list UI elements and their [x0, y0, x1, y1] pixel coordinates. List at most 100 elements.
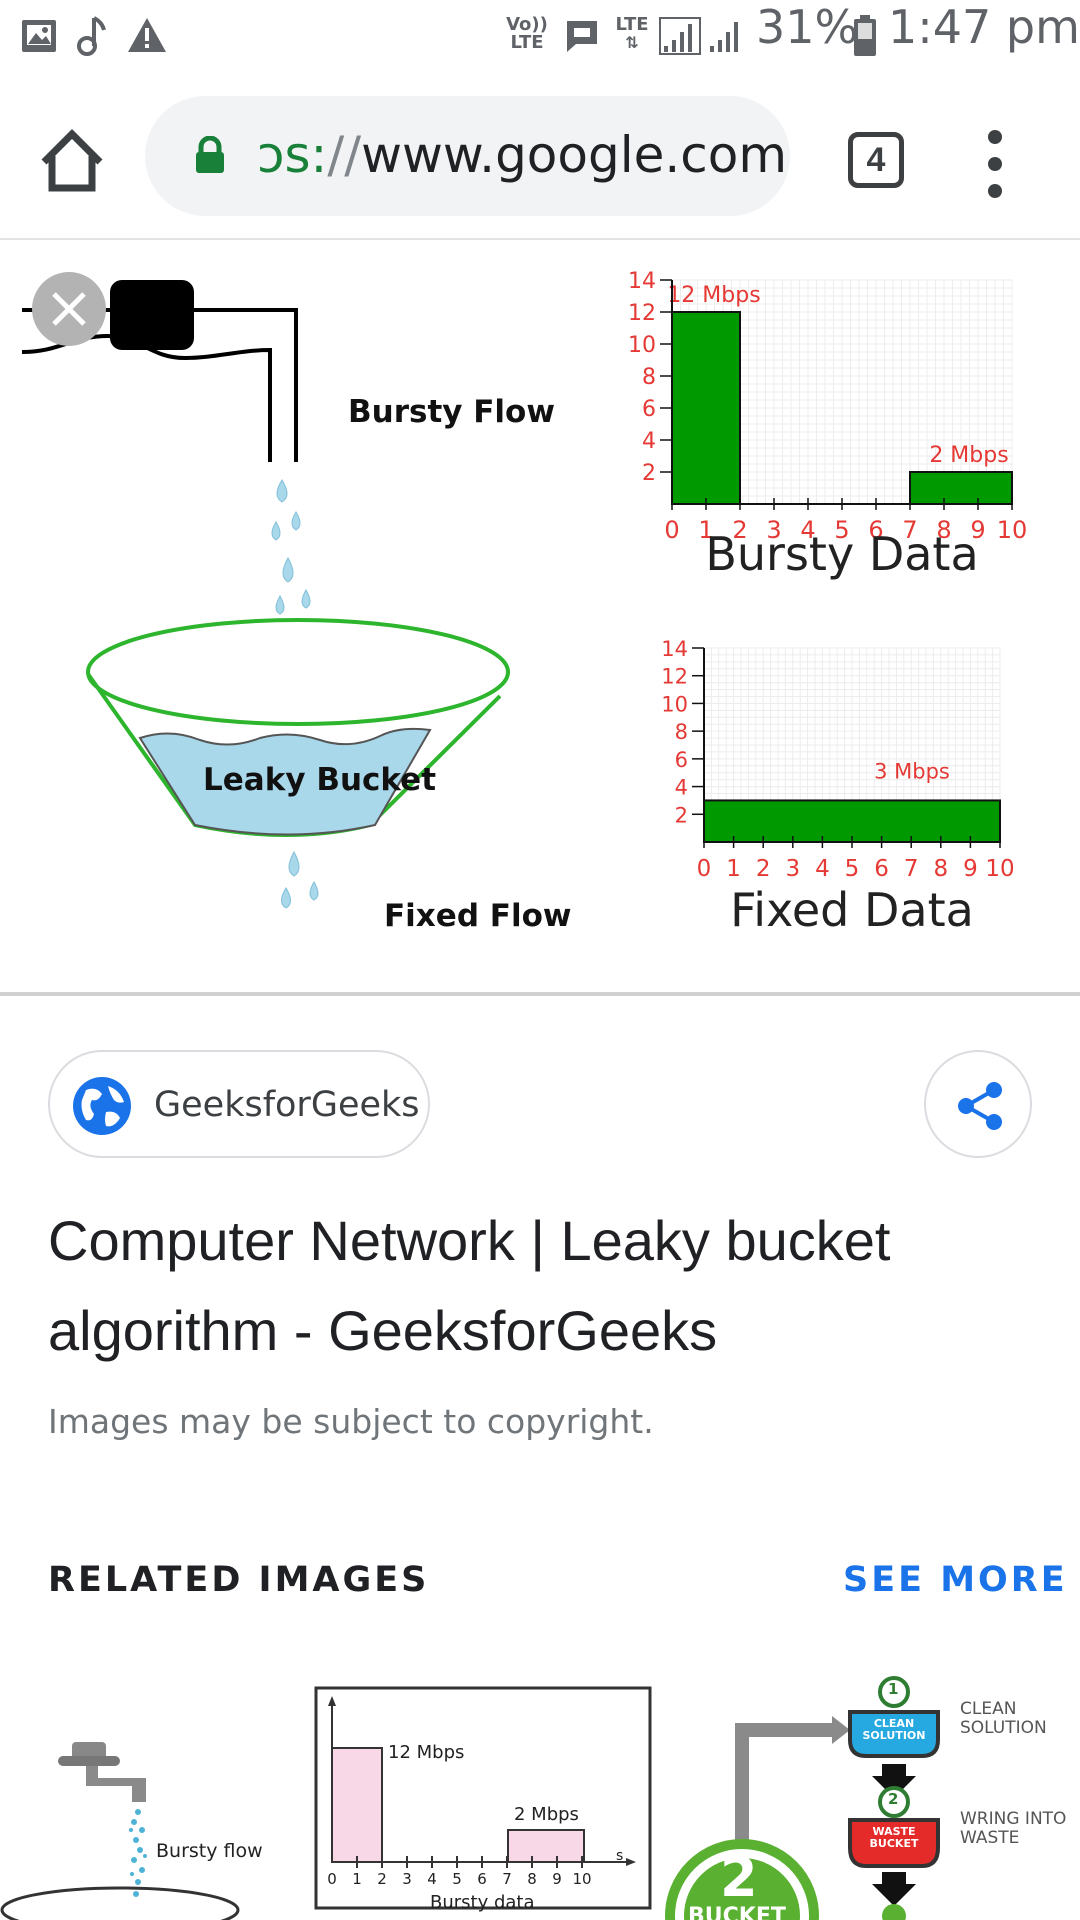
thumb-2-bar1-label: 12 Mbps	[388, 1742, 465, 1763]
thumb-2-bar2-label: 2 Mbps	[514, 1804, 579, 1825]
step-1-number: 1	[888, 1680, 899, 1698]
y-tick-label: 8	[642, 365, 656, 390]
thumb-2-caption: Bursty data	[430, 1892, 535, 1913]
thumb-tick-label: 4	[427, 1870, 437, 1888]
y-tick-label: 10	[628, 333, 656, 358]
battery-icon	[854, 15, 876, 56]
address-bar[interactable]: ɔs://www.google.com	[145, 96, 790, 216]
clock: 1:47 pm	[888, 0, 1080, 54]
volte-indicator: Vo)) LTE	[506, 14, 548, 53]
water-drops	[271, 479, 319, 909]
warning-icon	[128, 18, 166, 52]
battery-percent: 31%	[756, 0, 859, 54]
thumb-tick-label: 8	[527, 1870, 537, 1888]
thumb-tick-label: 7	[502, 1870, 512, 1888]
y-tick-label: 12	[628, 301, 656, 326]
bar-data-label: 12 Mbps	[667, 283, 760, 308]
status-bar: Vo)) LTE LTE ⇅ 31% 1:47 pm	[0, 0, 1080, 74]
related-thumb-3[interactable]: 1 CLEAN SOLUTION CLEAN SOLUTION 2 WASTE …	[664, 1660, 1080, 1920]
fixed-data-chart: 3 Mbps0 1 2 3 4 5 6 7 8 9 102468101214Fixed Data	[661, 637, 1014, 937]
chart-title: Fixed Data	[730, 883, 974, 937]
see-more-link[interactable]: SEE MORE	[843, 1560, 1068, 1600]
bar-data-label: 3 Mbps	[874, 759, 950, 783]
music-note-icon	[77, 16, 106, 56]
step-1-label: CLEAN SOLUTION	[960, 1699, 1047, 1738]
url-text: ɔs://www.google.com	[257, 126, 788, 184]
x-tick-label: 0	[697, 856, 712, 882]
signal-icon	[659, 17, 738, 55]
thumb-tick-label: 6	[477, 1870, 487, 1888]
source-chip[interactable]: GeeksforGeeks	[48, 1050, 430, 1158]
y-tick-label: 6	[675, 748, 688, 772]
thumb-tick-label: 0	[327, 1870, 337, 1888]
chart-bar	[671, 311, 741, 505]
y-tick-label: 14	[661, 637, 688, 661]
bar-data-label: 2 Mbps	[929, 443, 1008, 468]
thumb-tick-label: 1	[352, 1870, 362, 1888]
home-icon[interactable]	[36, 124, 108, 196]
related-images-heading: RELATED IMAGES	[48, 1560, 430, 1600]
x-tick-label: 10	[985, 856, 1014, 882]
y-tick-label: 2	[675, 803, 688, 827]
y-tick-label: 4	[642, 429, 656, 454]
x-tick-label: 10	[997, 516, 1028, 544]
related-thumb-2[interactable]: 12 Mbps 2 Mbps 0 1 2 3 4 5 6 7 8 9 10 s Bursty dat…	[300, 1660, 660, 1920]
copyright-notice: Images may be subject to copyright.	[48, 1402, 654, 1441]
x-tick-label: 9	[963, 856, 978, 882]
lte-indicator: LTE ⇅	[615, 14, 649, 52]
image-icon	[22, 20, 56, 52]
step-2-label: WRING INTO WASTE	[960, 1809, 1067, 1848]
bursty-data-chart: 12 Mbps2 Mbps0 1 2 3 4 5 6 7 8 9 102468101214Burst…	[628, 269, 1028, 581]
bursty-flow-label: Bursty Flow	[348, 394, 555, 430]
close-icon	[52, 292, 86, 326]
leaky-bucket-label: Leaky Bucket	[203, 762, 437, 798]
bucket-step-label: BUCKET	[688, 1904, 786, 1920]
y-tick-label: 8	[675, 720, 688, 744]
y-tick-label: 4	[675, 776, 688, 800]
page-title[interactable]: Computer Network | Leaky bucket algorith…	[48, 1196, 1038, 1376]
globe-icon	[73, 1077, 131, 1135]
y-tick-label: 12	[661, 665, 688, 689]
chart-title: Bursty Data	[705, 527, 978, 581]
x-tick-label: 4	[815, 856, 830, 882]
y-tick-label: 2	[642, 461, 656, 486]
leaky-bucket-diagram	[21, 280, 510, 909]
thumb-tick-label: 2	[377, 1870, 387, 1888]
y-tick-label: 10	[661, 692, 688, 716]
related-thumb-1[interactable]: Bursty flow	[0, 1660, 270, 1920]
chart-bar	[909, 471, 1013, 505]
share-icon	[958, 1082, 1002, 1130]
y-tick-label: 14	[628, 269, 656, 294]
thumb-1-label: Bursty flow	[156, 1840, 263, 1862]
x-tick-label: 7	[904, 856, 919, 882]
x-tick-label: 3	[785, 856, 800, 882]
x-tick-label: 6	[874, 856, 889, 882]
thumb-tick-label: 3	[402, 1870, 412, 1888]
thumb-2-axis-unit: s	[616, 1848, 624, 1864]
fixed-flow-label: Fixed Flow	[384, 898, 572, 934]
more-vert-icon[interactable]	[980, 124, 1010, 204]
x-tick-label: 5	[845, 856, 860, 882]
image-viewer[interactable]: Bursty Flow Leaky Bucket Fixed Flow 12 M…	[0, 240, 1080, 996]
step-1-badge: CLEAN SOLUTION	[862, 1717, 926, 1742]
x-tick-label: 8	[933, 856, 948, 882]
thumb-tick-label: 5	[452, 1870, 462, 1888]
message-icon	[567, 21, 597, 52]
step-2-number: 2	[888, 1790, 899, 1808]
browser-toolbar: ɔs://www.google.com 4	[0, 74, 1080, 240]
y-tick-label: 6	[642, 397, 656, 422]
step-2-badge: WASTE BUCKET	[869, 1825, 919, 1850]
share-button[interactable]	[924, 1050, 1032, 1158]
lock-icon	[196, 136, 224, 173]
close-button[interactable]	[32, 272, 106, 346]
tab-switcher-button[interactable]: 4	[848, 132, 904, 188]
bucket-step-number: 2	[720, 1846, 758, 1909]
source-name: GeeksforGeeks	[154, 1085, 420, 1125]
faucet-thumbnail	[0, 1742, 240, 1920]
chart-bar	[703, 799, 1001, 844]
x-tick-label: 1	[726, 856, 741, 882]
thumb-tick-label: 9	[552, 1870, 562, 1888]
x-tick-label: 0	[664, 516, 679, 544]
x-tick-label: 2	[756, 856, 771, 882]
thumb-tick-label: 10	[572, 1870, 592, 1888]
